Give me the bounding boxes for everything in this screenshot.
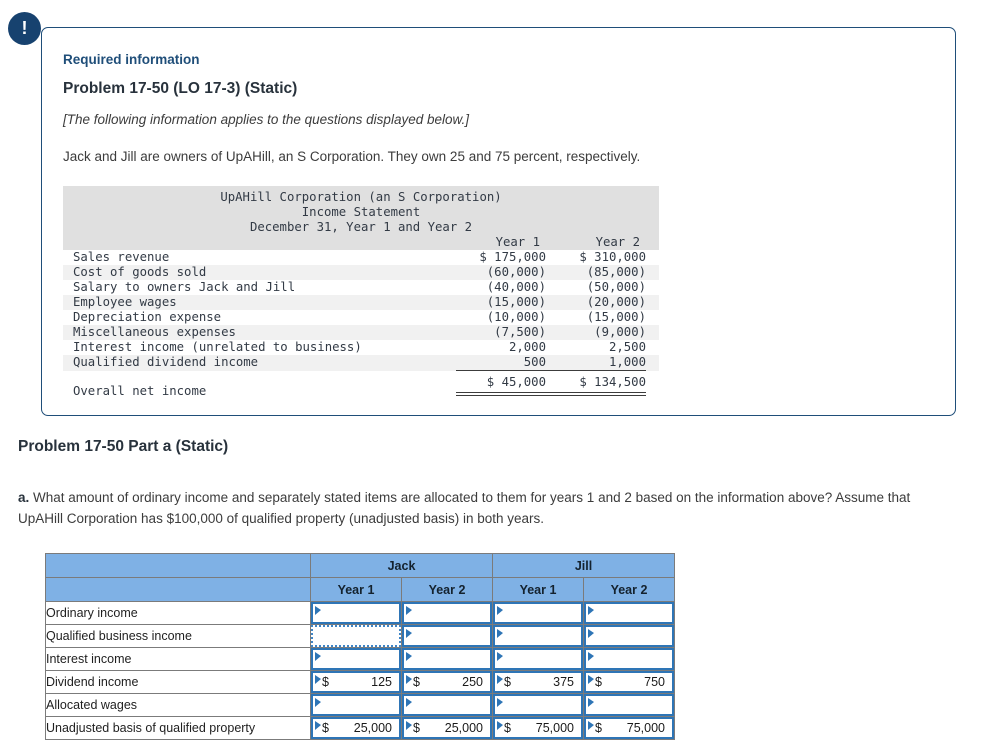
cell-flag-icon: [588, 698, 594, 707]
row-label: Dividend income: [45, 670, 311, 694]
row-label: Unadjusted basis of qualified property: [45, 716, 311, 740]
cell-flag-icon: [588, 652, 594, 661]
input-cell-interest-income-jill-y1[interactable]: [492, 647, 584, 671]
info-note: [The following information applies to th…: [63, 112, 469, 127]
input-cell-dividend-income-jack-y2[interactable]: $ 250: [401, 670, 493, 694]
answer-header-group-row: Jack Jill: [45, 553, 675, 578]
answer-row-qualified-business-income: Qualified business income: [45, 624, 675, 648]
cell-flag-icon: [497, 675, 503, 684]
question-text: What amount of ordinary income and separ…: [18, 490, 911, 526]
answer-table: Jack Jill Year 1 Year 2 Year 1 Year 2 Or…: [45, 553, 675, 740]
input-cell-allocated-wages-jill-y2[interactable]: [583, 693, 675, 717]
input-cell-interest-income-jack-y2[interactable]: [401, 647, 493, 671]
cell-flag-icon: [406, 606, 412, 615]
statement-column-headers: Year 1 Year 2: [63, 235, 659, 250]
required-info-panel: Required information Problem 17-50 (LO 1…: [41, 27, 956, 416]
input-cell-allocated-wages-jack-y1[interactable]: [310, 693, 402, 717]
cell-flag-icon: [315, 606, 321, 615]
row-label: Allocated wages: [45, 693, 311, 717]
header-blank-cell: [45, 553, 311, 578]
year-header-jack-y1: Year 1: [310, 577, 402, 602]
statement-title-line3: December 31, Year 1 and Year 2: [249, 220, 473, 234]
row-label: Interest income: [45, 647, 311, 671]
year-header-jill-y2: Year 2: [583, 577, 675, 602]
group-header-jill: Jill: [492, 553, 675, 578]
year-header-jack-y2: Year 2: [401, 577, 493, 602]
cell-flag-icon: [588, 721, 594, 730]
problem-intro-text: Jack and Jill are owners of UpAHill, an …: [63, 149, 641, 164]
answer-row-allocated-wages: Allocated wages: [45, 693, 675, 717]
statement-row-miscellaneous: Miscellaneous expenses (7,500) (9,000): [63, 325, 659, 340]
header-blank-cell: [45, 577, 311, 602]
part-a-question: a. What amount of ordinary income and se…: [18, 487, 930, 529]
input-cell-dividend-income-jack-y1[interactable]: $ 125: [310, 670, 402, 694]
cell-flag-icon: [315, 675, 321, 684]
input-cell-unadjusted-basis-jill-y2[interactable]: $ 75,000: [583, 716, 675, 740]
row-label: Ordinary income: [45, 601, 311, 625]
statement-title-line2: Income Statement: [301, 205, 421, 219]
cell-flag-icon: [315, 698, 321, 707]
part-a-heading: Problem 17-50 Part a (Static): [18, 438, 229, 455]
input-cell-ordinary-income-jack-y2[interactable]: [401, 601, 493, 625]
input-cell-ordinary-income-jack-y1[interactable]: [310, 601, 402, 625]
question-letter: a.: [18, 490, 30, 505]
answer-row-dividend-income: Dividend income $ 125 $ 250 $ 375 $ 750: [45, 670, 675, 694]
required-information-label: Required information: [63, 52, 200, 67]
statement-row-salary-owners: Salary to owners Jack and Jill (40,000) …: [73, 280, 646, 294]
input-cell-qbi-jack-y1-focused[interactable]: [310, 624, 402, 648]
cell-flag-icon: [406, 629, 412, 638]
cell-flag-icon: [588, 675, 594, 684]
cell-flag-icon: [588, 629, 594, 638]
input-cell-qbi-jack-y2[interactable]: [401, 624, 493, 648]
input-cell-dividend-income-jill-y1[interactable]: $ 375: [492, 670, 584, 694]
statement-row-depreciation: Depreciation expense (10,000) (15,000): [73, 310, 646, 324]
input-cell-unadjusted-basis-jill-y1[interactable]: $ 75,000: [492, 716, 584, 740]
answer-row-interest-income: Interest income: [45, 647, 675, 671]
group-header-jack: Jack: [310, 553, 493, 578]
problem-title: Problem 17-50 (LO 17-3) (Static): [63, 80, 298, 97]
input-cell-ordinary-income-jill-y1[interactable]: [492, 601, 584, 625]
input-cell-unadjusted-basis-jack-y1[interactable]: $ 25,000: [310, 716, 402, 740]
statement-row-qualified-dividend: Qualified dividend income 500 1,000: [63, 355, 659, 371]
input-cell-allocated-wages-jill-y1[interactable]: [492, 693, 584, 717]
income-statement: UpAHill Corporation (an S Corporation) I…: [63, 186, 659, 399]
income-statement-header: UpAHill Corporation (an S Corporation) I…: [63, 186, 659, 250]
year-header-jill-y1: Year 1: [492, 577, 584, 602]
input-cell-allocated-wages-jack-y2[interactable]: [401, 693, 493, 717]
input-cell-dividend-income-jill-y2[interactable]: $ 750: [583, 670, 675, 694]
input-cell-interest-income-jill-y2[interactable]: [583, 647, 675, 671]
input-cell-ordinary-income-jill-y2[interactable]: [583, 601, 675, 625]
answer-row-ordinary-income: Ordinary income: [45, 601, 675, 625]
statement-title-line1: UpAHill Corporation (an S Corporation): [220, 190, 502, 204]
input-cell-qbi-jill-y1[interactable]: [492, 624, 584, 648]
alert-exclamation-icon: !: [8, 12, 41, 45]
input-cell-qbi-jill-y2[interactable]: [583, 624, 675, 648]
cell-flag-icon: [315, 652, 321, 661]
cell-flag-icon: [406, 652, 412, 661]
cell-flag-icon: [406, 698, 412, 707]
statement-col-year2: Year 2: [595, 235, 640, 249]
cell-flag-icon: [406, 721, 412, 730]
row-label: Qualified business income: [45, 624, 311, 648]
input-cell-interest-income-jack-y1[interactable]: [310, 647, 402, 671]
input-cell-unadjusted-basis-jack-y2[interactable]: $ 25,000: [401, 716, 493, 740]
answer-header-year-row: Year 1 Year 2 Year 1 Year 2: [45, 577, 675, 602]
statement-row-overall-net-income: Overall net income $ 45,000 $ 134,500: [63, 372, 659, 399]
answer-row-unadjusted-basis: Unadjusted basis of qualified property $…: [45, 716, 675, 740]
cell-flag-icon: [497, 698, 503, 707]
statement-row-employee-wages: Employee wages (15,000) (20,000): [63, 295, 659, 310]
cell-flag-icon: [497, 652, 503, 661]
cell-flag-icon: [497, 606, 503, 615]
statement-col-year1: Year 1: [495, 235, 540, 249]
cell-flag-icon: [588, 606, 594, 615]
cell-flag-icon: [497, 721, 503, 730]
statement-row-sales-revenue: Sales revenue $ 175,000 $ 310,000: [73, 250, 646, 264]
cell-flag-icon: [315, 721, 321, 730]
cell-flag-icon: [406, 675, 412, 684]
statement-row-cogs: Cost of goods sold (60,000) (85,000): [63, 265, 659, 280]
cell-flag-icon: [497, 629, 503, 638]
statement-row-interest-income: Interest income (unrelated to business) …: [73, 340, 646, 354]
